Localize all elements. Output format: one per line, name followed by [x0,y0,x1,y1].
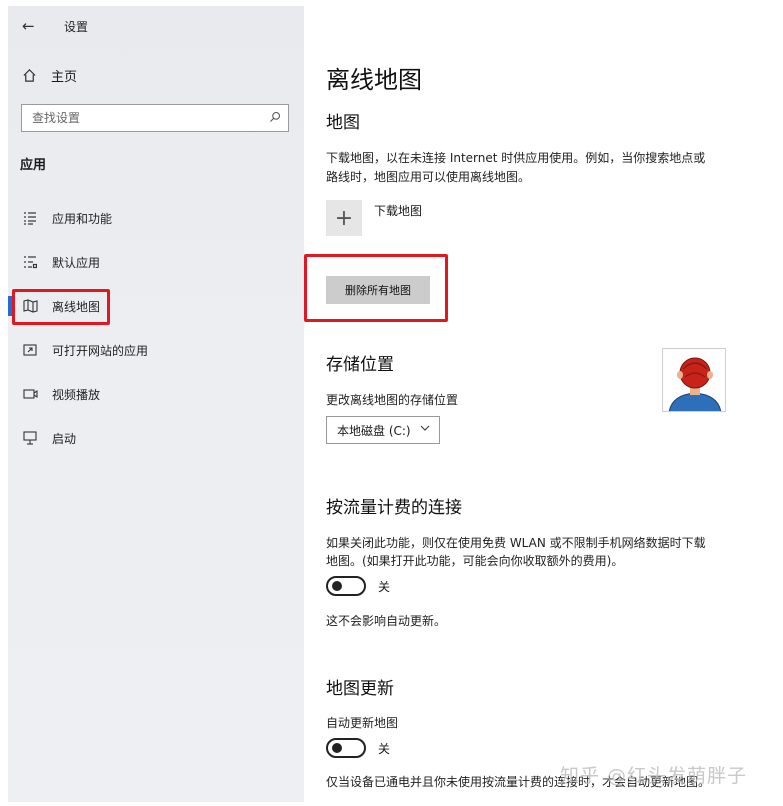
sidebar-nav: 应用和功能 默认应用 离线地图 可打开网站的应用 视频播放 启动 [8,196,304,460]
storage-heading: 存储位置 [326,355,394,375]
metered-note: 这不会影响自动更新。 [326,614,447,628]
sidebar-item-label: 应用和功能 [52,211,113,226]
metered-description-line1: 如果关闭此功能，则仅在使用免费 WLAN 或不限制手机网络数据时下载 [326,536,706,550]
sidebar-item-apps-features[interactable]: 应用和功能 [8,196,304,240]
storage-label: 更改离线地图的存储位置 [326,393,459,407]
sidebar-item-startup[interactable]: 启动 [8,416,304,460]
update-heading: 地图更新 [326,679,394,699]
metered-toggle-state: 关 [378,579,391,594]
startup-icon [22,430,38,446]
download-maps-button[interactable]: + [326,200,362,236]
main-content: 离线地图 地图 下载地图，以在未连接 Internet 时供应用使用。例如，当你… [304,0,766,806]
delete-all-maps-button[interactable]: 删除所有地图 [326,276,430,304]
home-nav-item[interactable]: 主页 [22,64,77,86]
sidebar-item-website-apps[interactable]: 可打开网站的应用 [8,328,304,372]
sidebar: ← 设置 主页 应用 应用和功能 默认应用 [8,6,304,802]
search-box[interactable] [21,104,289,132]
offline-maps-highlight [12,289,110,325]
sidebar-item-label: 默认应用 [52,255,101,270]
metered-description-line2: 地图。(如果打开此功能，可能会向你收取额外的费用)。 [326,554,624,568]
sidebar-item-label: 启动 [52,431,77,446]
update-label: 自动更新地图 [326,716,399,730]
title-bar: ← 设置 [22,14,88,38]
toggle-knob [332,581,342,591]
maps-description-line2: 路线时，地图应用可以使用离线地图。 [326,170,531,184]
auto-update-toggle[interactable] [326,738,366,758]
home-label: 主页 [51,69,78,85]
watermark: 知乎 @红头发萌胖子 [559,765,747,787]
metered-toggle-row: 关 [326,576,390,596]
maps-description-line1: 下载地图，以在未连接 Internet 时供应用使用。例如，当你搜索地点或 [326,151,706,165]
sidebar-item-label: 可打开网站的应用 [52,343,149,358]
default-apps-icon [22,254,38,270]
update-toggle-state: 关 [378,741,391,756]
section-heading: 应用 [20,158,47,173]
search-input[interactable] [22,105,262,131]
video-icon [22,386,38,402]
home-icon [23,68,36,82]
chevron-down-icon [419,422,431,437]
website-apps-icon [22,342,38,358]
window-title: 设置 [64,19,89,34]
download-maps-label[interactable]: 下载地图 [374,202,422,219]
sidebar-item-label: 视频播放 [52,387,101,402]
apps-list-icon [22,210,38,226]
search-icon[interactable] [262,111,288,126]
maps-heading: 地图 [326,113,360,133]
sidebar-item-default-apps[interactable]: 默认应用 [8,240,304,284]
update-toggle-row: 关 [326,738,390,758]
metered-toggle[interactable] [326,576,366,596]
toggle-knob [332,743,342,753]
plus-icon: + [334,205,354,231]
arrow-left-icon[interactable]: ← [22,17,44,35]
sidebar-item-video-playback[interactable]: 视频播放 [8,372,304,416]
page-title: 离线地图 [326,66,422,94]
storage-location-dropdown[interactable]: 本地磁盘 (C:) [326,416,440,444]
storage-location-value: 本地磁盘 (C:) [337,423,411,438]
metered-heading: 按流量计费的连接 [326,498,462,518]
